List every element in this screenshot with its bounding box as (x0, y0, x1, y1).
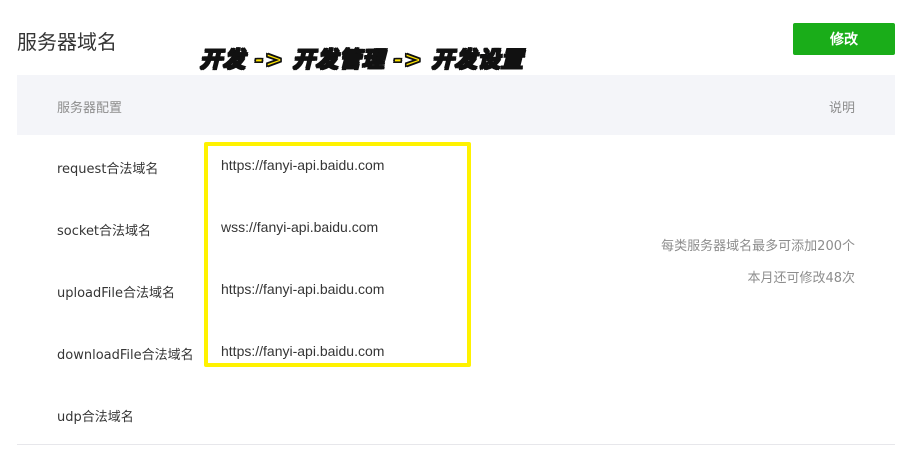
edit-button[interactable]: 修改 (793, 23, 895, 55)
table-header: 服务器配置 说明 (17, 75, 895, 135)
navigation-path-annotation: 开发 -> 开发管理 -> 开发设置 (199, 47, 524, 73)
column-header-server-config: 服务器配置 (57, 101, 123, 116)
row-label-downloadfile: downloadFile合法域名 (57, 348, 194, 363)
row-label-udp: udp合法域名 (57, 410, 134, 425)
table-bottom-divider (17, 444, 895, 445)
description-limit: 每类服务器域名最多可添加200个 (661, 239, 855, 254)
row-label-request: request合法域名 (57, 162, 159, 177)
row-label-socket: socket合法域名 (57, 224, 152, 239)
description-remaining: 本月还可修改48次 (747, 271, 855, 286)
row-label-uploadfile: uploadFile合法域名 (57, 286, 176, 301)
highlight-box (204, 142, 471, 367)
page-title: 服务器域名 (17, 30, 117, 54)
column-header-description: 说明 (828, 101, 855, 116)
